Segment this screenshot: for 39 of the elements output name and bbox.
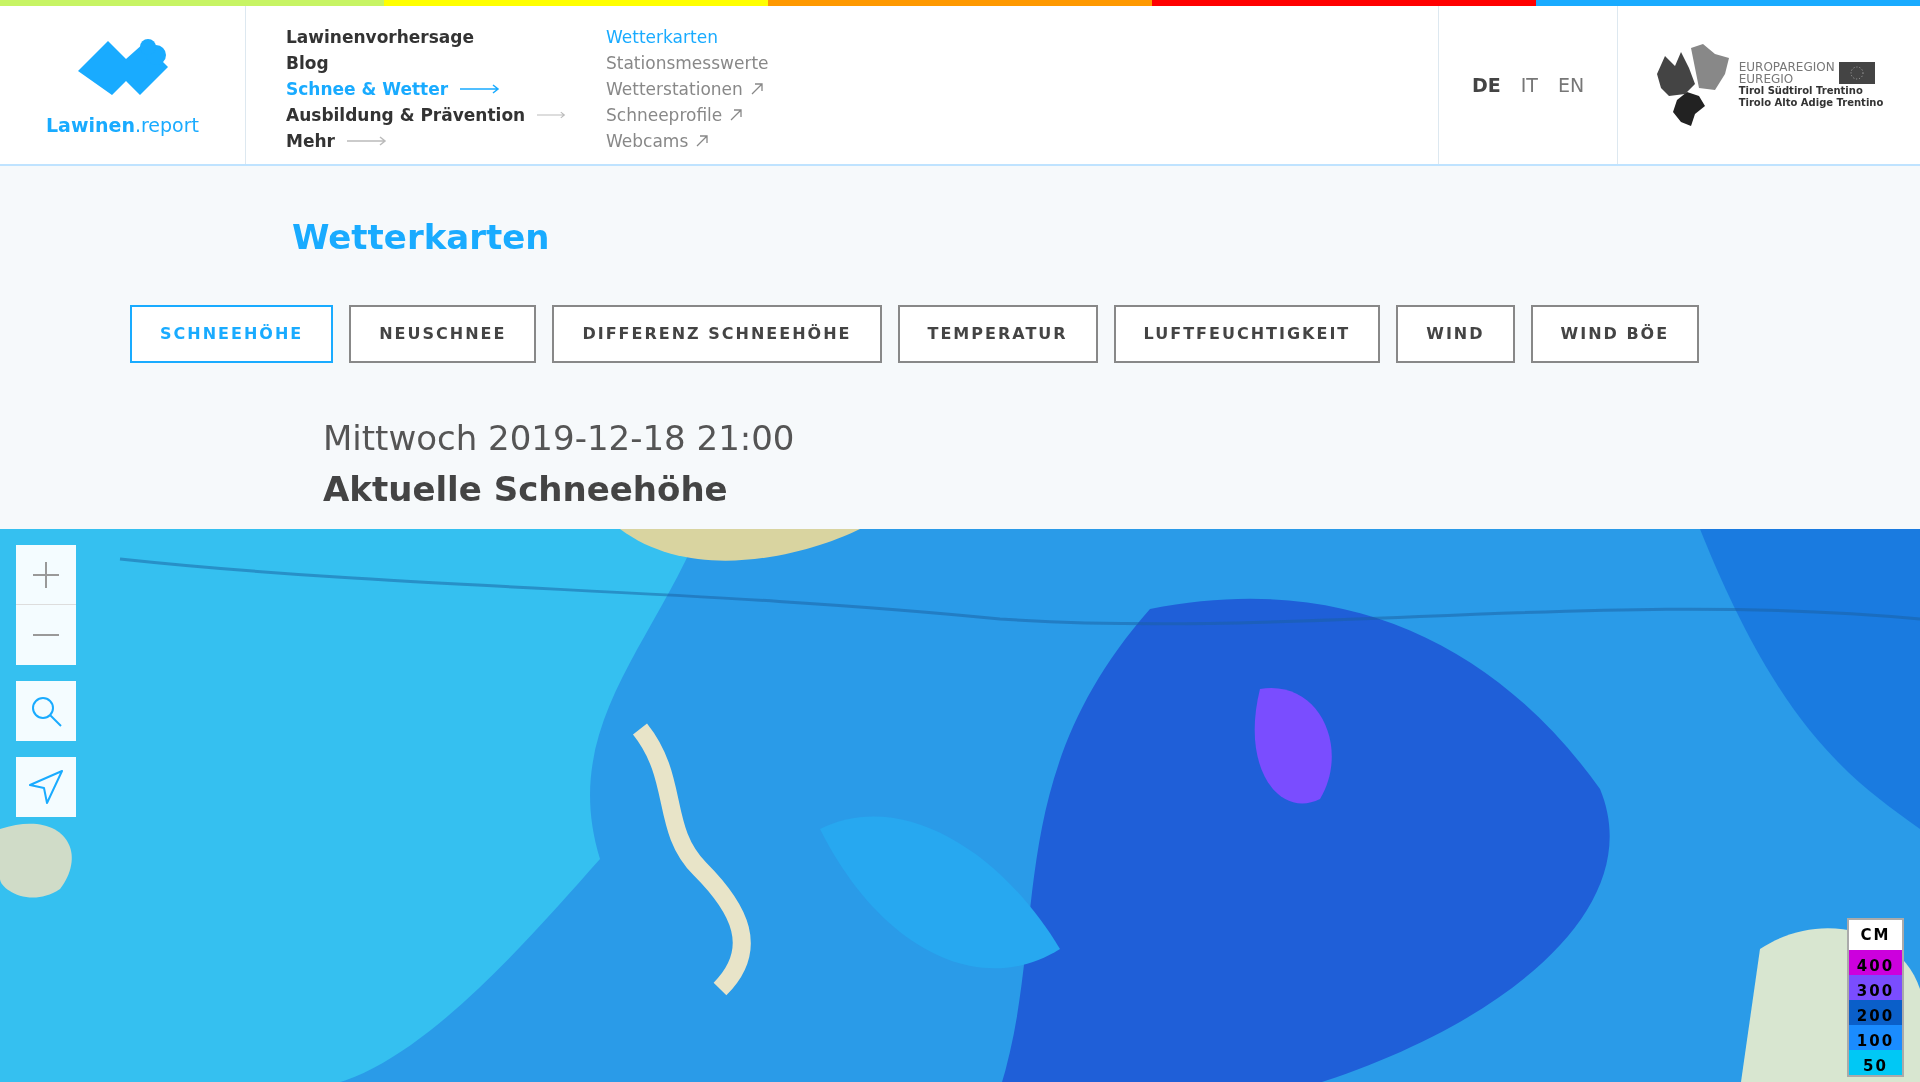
timestamp: Mittwoch 2019-12-18 21:00 [323,417,796,460]
legend-swatch: 200 [1849,1000,1902,1025]
navigation-arrow-icon [29,770,63,804]
map-type-tab[interactable]: TEMPERATUR [897,305,1098,363]
page-title: Wetterkarten [292,216,551,259]
search-icon [30,695,62,727]
minus-icon [33,634,59,636]
nav-link[interactable]: Lawinenvorhersage [286,24,566,50]
logo-text: EUROPAREGION [1738,61,1835,73]
map-type-tab[interactable]: WIND [1396,305,1515,363]
map-type-tab[interactable]: DIFFERENZ SCHNEEHÖHE [552,305,882,363]
language-link[interactable]: EN [1557,70,1585,100]
map-type-tab[interactable]: NEUSCHNEE [349,305,537,363]
search-button[interactable] [16,681,76,741]
locate-button[interactable] [16,757,76,817]
subnav-link[interactable]: Schneeprofile [606,102,769,128]
map-title: Aktuelle Schneehöhe [323,468,729,511]
eagle-emblem-icon [1654,44,1731,126]
legend-swatch: 50 [1849,1050,1902,1075]
legend-swatch: 300 [1849,975,1902,1000]
legend-swatch: 400 [1849,950,1902,975]
subnav-link[interactable]: Wetterstationen [606,76,769,102]
logo-text: Tirolo Alto Adige Trentino [1738,97,1884,109]
eu-flag-icon [1838,62,1875,84]
map-type-tab[interactable]: WIND BÖE [1530,305,1700,363]
logo-text: EUREGIO [1738,73,1795,85]
legend-unit: CM [1859,924,1892,946]
nav-link[interactable]: Blog [286,50,566,76]
logo-text: Tirol Südtirol Trentino [1738,85,1864,97]
zoom-in-button[interactable] [16,545,76,605]
language-link[interactable]: DE [1471,70,1501,100]
plus-icon [33,561,59,588]
subnav-link[interactable]: Stationsmesswerte [606,50,769,76]
language-link[interactable]: IT [1520,70,1538,100]
legend-swatch: 100 [1849,1025,1902,1050]
nav-link[interactable]: Mehr [286,128,566,154]
map-type-tab[interactable]: LUFTFEUCHTIGKEIT [1113,305,1381,363]
subnav-link[interactable]: Webcams [606,128,769,154]
nav-link[interactable]: Ausbildung & Prävention [286,102,566,128]
